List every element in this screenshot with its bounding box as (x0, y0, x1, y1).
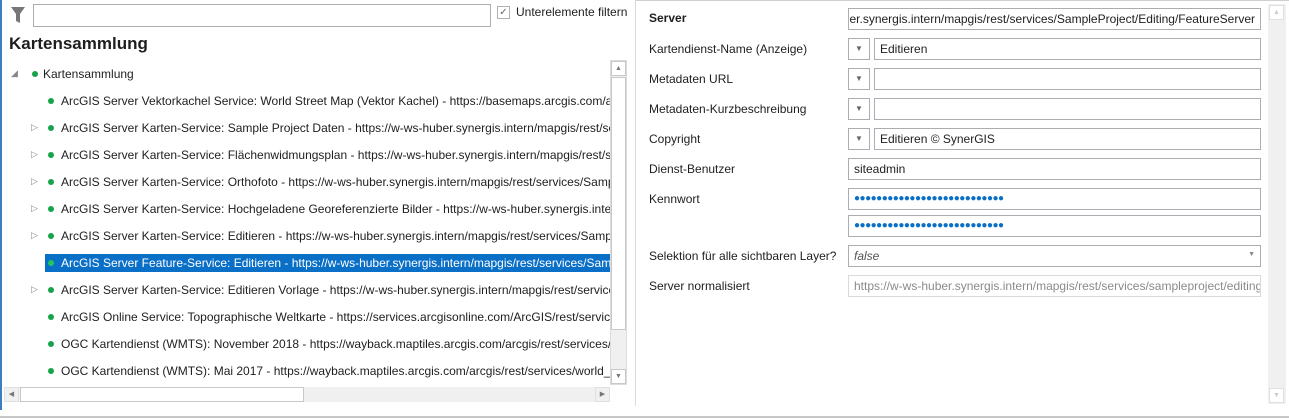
selection-label: Selektion für alle sichtbaren Layer? (649, 249, 837, 263)
metadata-url-label: Metadaten URL (649, 72, 734, 86)
server-label: Server (649, 11, 687, 25)
tree-item-label: ArcGIS Server Karten-Service: Sample Pro… (61, 121, 611, 135)
normalized-input: https://w-ws-huber.synergis.intern/mapgi… (848, 275, 1261, 297)
expand-icon[interactable]: ▷ (31, 176, 38, 187)
scroll-down-icon[interactable]: ▼ (611, 369, 626, 384)
status-dot-icon (48, 152, 54, 158)
tree-root-label: Kartensammlung (43, 67, 134, 81)
user-input[interactable]: siteadmin (848, 158, 1261, 180)
tree-item-label: ArcGIS Online Service: Topographische We… (61, 310, 611, 324)
name-dropdown-button[interactable]: ▼ (848, 38, 870, 60)
status-dot-icon (48, 260, 54, 266)
chevron-down-icon: ▼ (1248, 251, 1255, 258)
tree-item-label: OGC Kartendienst (WMTS): November 2018 -… (61, 337, 611, 351)
tree-item[interactable]: OGC Kartendienst (WMTS): Mai 2017 - http… (0, 362, 611, 380)
status-dot-icon (48, 368, 54, 374)
properties-scroll-down-icon[interactable]: ▼ (1269, 388, 1284, 403)
status-dot-icon (48, 233, 54, 239)
name-input[interactable]: Editieren (874, 38, 1261, 60)
server-input[interactable]: er.synergis.intern/mapgis/rest/services/… (848, 8, 1261, 30)
expand-icon[interactable]: ▷ (31, 149, 38, 160)
status-dot-icon (48, 341, 54, 347)
properties-scrollbar[interactable] (1268, 4, 1286, 404)
tree-item[interactable]: ArcGIS Server Vektorkachel Service: Worl… (0, 92, 611, 110)
tree-item[interactable]: ▷ ArcGIS Server Karten-Service: Orthofoto… (0, 173, 611, 191)
bottom-divider (0, 416, 1289, 418)
tree-item[interactable]: ArcGIS Online Service: Topographische We… (0, 308, 611, 326)
status-dot-icon (32, 71, 38, 77)
tree-item-label: ArcGIS Server Karten-Service: Editieren … (61, 229, 611, 243)
status-dot-icon (48, 179, 54, 185)
expand-icon[interactable]: ▷ (31, 122, 38, 133)
copyright-label: Copyright (649, 132, 701, 146)
tree-item[interactable]: OGC Kartendienst (WMTS): November 2018 -… (0, 335, 611, 353)
tree-vertical-scroll-thumb[interactable] (611, 77, 626, 330)
copyright-dropdown-button[interactable]: ▼ (848, 128, 870, 150)
panel-splitter[interactable] (635, 0, 636, 406)
tree-item-label: ArcGIS Server Karten-Service: Flächenwid… (61, 148, 611, 162)
scroll-up-icon[interactable]: ▲ (611, 61, 626, 76)
metadata-desc-dropdown-button[interactable]: ▼ (848, 98, 870, 120)
tree-item[interactable]: ▷ ArcGIS Server Karten-Service: Editieren… (0, 281, 611, 299)
subitems-filter-checkbox[interactable]: ✓ (497, 6, 510, 19)
tree-item[interactable]: ▷ ArcGIS Server Karten-Service: Sample Pr… (0, 119, 611, 137)
tree-item-label: ArcGIS Server Karten-Service: Hochgelade… (61, 202, 611, 216)
selection-select[interactable]: false ▼ (848, 245, 1261, 267)
expand-icon[interactable]: ▷ (31, 203, 38, 214)
metadata-url-input[interactable] (874, 68, 1261, 90)
tree-item-label: ArcGIS Server Vektorkachel Service: Worl… (61, 94, 611, 108)
scroll-right-icon[interactable]: ▶ (595, 387, 610, 402)
properties-scroll-up-icon[interactable]: ▲ (1269, 5, 1284, 20)
tree-item-label: ArcGIS Server Karten-Service: Orthofoto … (61, 175, 611, 189)
password-input[interactable]: ●●●●●●●●●●●●●●●●●●●●●●●●●●● (848, 188, 1261, 210)
tree-item-label: OGC Kartendienst (WMTS): Mai 2017 - http… (61, 364, 611, 378)
metadata-desc-label: Metadaten-Kurzbeschreibung (649, 102, 807, 116)
metadata-desc-input[interactable] (874, 98, 1261, 120)
status-dot-icon (48, 206, 54, 212)
tree-horizontal-scroll-thumb[interactable] (20, 387, 304, 402)
filter-input[interactable] (33, 4, 491, 27)
status-dot-icon (48, 314, 54, 320)
status-dot-icon (48, 98, 54, 104)
expand-icon[interactable]: ▷ (31, 230, 38, 241)
tree-item[interactable]: ArcGIS Server Feature-Service: Editieren… (0, 254, 611, 272)
filter-icon[interactable] (10, 6, 26, 24)
subitems-filter-label[interactable]: Unterelemente filtern (516, 5, 627, 19)
copyright-input[interactable]: Editieren © SynerGIS (874, 128, 1261, 150)
password-label: Kennwort (649, 192, 700, 206)
password-confirm-input[interactable]: ●●●●●●●●●●●●●●●●●●●●●●●●●●● (848, 215, 1261, 237)
properties-top-border (636, 0, 1289, 1)
tree-item-label: ArcGIS Server Karten-Service: Editieren … (61, 283, 611, 297)
collapse-icon[interactable]: ◢ (11, 68, 18, 79)
tree-item[interactable]: ▷ ArcGIS Server Karten-Service: Editieren… (0, 227, 611, 245)
panel-title: Kartensammlung (9, 34, 148, 53)
status-dot-icon (48, 287, 54, 293)
expand-icon[interactable]: ▷ (31, 284, 38, 295)
normalized-label: Server normalisiert (649, 279, 750, 293)
tree-item-label: ArcGIS Server Feature-Service: Editieren… (61, 256, 611, 270)
tree-root[interactable]: ◢ Kartensammlung (0, 65, 611, 83)
selection-value: false (854, 249, 880, 263)
scroll-left-icon[interactable]: ◀ (4, 387, 19, 402)
tree-item[interactable]: ▷ ArcGIS Server Karten-Service: Flächenwi… (0, 146, 611, 164)
tree-item[interactable]: ▷ ArcGIS Server Karten-Service: Hochgelad… (0, 200, 611, 218)
metadata-url-dropdown-button[interactable]: ▼ (848, 68, 870, 90)
status-dot-icon (48, 125, 54, 131)
name-label: Kartendienst-Name (Anzeige) (649, 42, 808, 56)
user-label: Dienst-Benutzer (649, 162, 736, 176)
